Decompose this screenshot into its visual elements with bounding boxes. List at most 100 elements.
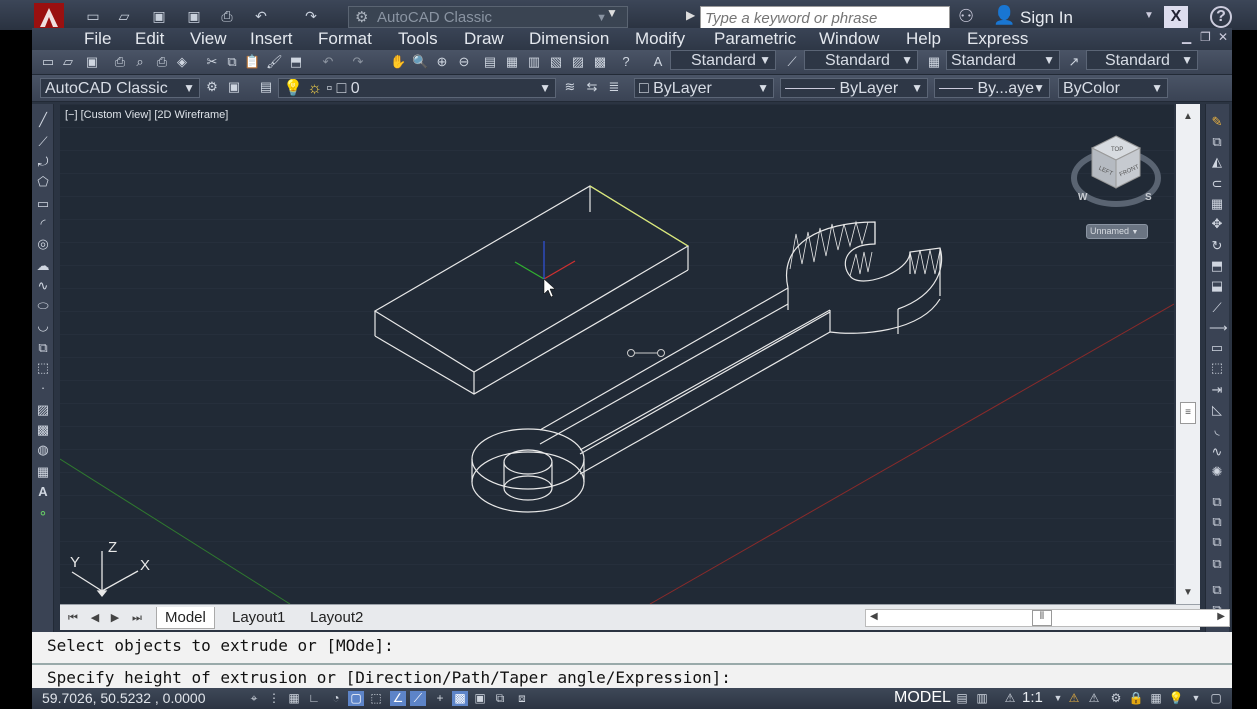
open-icon[interactable]: ▱	[115, 8, 133, 24]
object-snap-icon[interactable]: ▢	[348, 691, 364, 706]
quick-view-layouts-icon[interactable]: ▤	[954, 691, 970, 706]
tab-layout2[interactable]: Layout2	[302, 607, 371, 629]
lock-ui-icon[interactable]: 🔒	[1128, 691, 1144, 706]
menu-view[interactable]: View	[190, 29, 227, 49]
snap-mode-icon[interactable]: ⋮	[266, 691, 282, 706]
ellipse-arc-icon[interactable]: ◡	[35, 318, 51, 334]
vertical-scroll-thumb[interactable]: ≡	[1180, 402, 1196, 424]
menu-window[interactable]: Window	[819, 29, 879, 49]
workspace-selector[interactable]: ⚙ AutoCAD Classic ▼	[348, 6, 628, 28]
tool-palettes-icon[interactable]: ▥	[526, 54, 542, 70]
trim-icon[interactable]: ⟋	[1209, 300, 1225, 316]
draworder-back-icon[interactable]: ⧉	[1209, 514, 1225, 530]
viewport-controls-label[interactable]: [−] [Custom View] [2D Wireframe]	[65, 109, 228, 121]
sign-in-link[interactable]: Sign In	[1020, 8, 1073, 28]
undo-icon[interactable]: ↶	[252, 8, 270, 24]
selection-cycling-icon[interactable]: ⧈	[514, 691, 530, 706]
workspace-switching-icon[interactable]: ⚙	[1108, 691, 1124, 706]
join-icon[interactable]: ⇥	[1209, 382, 1225, 398]
make-block-icon[interactable]: ⬚	[35, 360, 51, 376]
text-front-icon[interactable]: ⧉	[1209, 582, 1225, 598]
workspace-select[interactable]: AutoCAD Classic ▼	[40, 78, 200, 98]
dim-style-icon[interactable]: ⟋	[784, 54, 800, 70]
print-icon[interactable]: ⎙	[218, 8, 236, 24]
text-style-select[interactable]: Standard ▼	[670, 50, 776, 70]
tab-model[interactable]: Model	[156, 607, 215, 629]
status-menu-icon[interactable]: ▼	[1188, 691, 1204, 706]
3d-print-icon[interactable]: ◈	[174, 54, 190, 70]
lineweight-select[interactable]: By...aye ▼	[934, 78, 1050, 98]
chamfer-icon[interactable]: ◺	[1209, 402, 1225, 418]
linetype-select[interactable]: ByLayer ▼	[780, 78, 928, 98]
minimize-icon[interactable]: ▁	[1182, 30, 1191, 44]
zoom-realtime-icon[interactable]: 🔍	[412, 54, 428, 70]
hardware-acceleration-icon[interactable]: ▦	[1148, 691, 1164, 706]
copy-icon[interactable]: ⧉	[224, 54, 240, 70]
quick-view-drawings-icon[interactable]: ▥	[974, 691, 990, 706]
annotation-visibility-icon[interactable]: ⚠	[1066, 691, 1082, 706]
plot-preview-icon[interactable]: ⌕	[132, 54, 148, 70]
lineweight-icon[interactable]: ▩	[452, 691, 468, 706]
polyline-icon[interactable]: ⤾	[35, 154, 51, 170]
menu-file[interactable]: File	[84, 29, 111, 49]
properties-icon[interactable]: ▤	[482, 54, 498, 70]
save-icon[interactable]: ▣	[84, 54, 100, 70]
prev-tab-icon[interactable]: ◀	[86, 609, 104, 627]
layer-states-icon[interactable]: ≣	[606, 79, 622, 95]
line-icon[interactable]: ╱	[35, 112, 51, 128]
grid-display-icon[interactable]: ▦	[286, 691, 302, 706]
scroll-left-icon[interactable]: ◀	[870, 611, 878, 622]
rotate-icon[interactable]: ↻	[1209, 238, 1225, 254]
dim-style-select[interactable]: Standard ▼	[804, 50, 918, 70]
menu-parametric[interactable]: Parametric	[714, 29, 796, 49]
polar-tracking-icon[interactable]: ◔	[328, 691, 344, 706]
new-icon[interactable]: ▭	[84, 8, 102, 24]
spline-icon[interactable]: ∿	[35, 278, 51, 294]
horizontal-scroll-thumb[interactable]: ⦀	[1032, 610, 1052, 626]
scale-icon[interactable]: ⬒	[1209, 258, 1225, 274]
color-select[interactable]: □ ByLayer ▼	[634, 78, 774, 98]
match-properties-icon[interactable]: 🖌	[266, 54, 283, 70]
hatch-icon[interactable]: ▨	[35, 402, 51, 418]
3d-object-snap-icon[interactable]: ⬚	[368, 691, 384, 706]
insert-block-icon[interactable]: ⧉	[35, 340, 51, 356]
publish-icon[interactable]: ⎙	[154, 54, 170, 70]
menu-help[interactable]: Help	[906, 29, 941, 49]
menu-express[interactable]: Express	[967, 29, 1028, 49]
ucs-menu-button[interactable]: Unnamed ▼	[1086, 224, 1148, 239]
scroll-right-icon[interactable]: ▶	[1217, 611, 1225, 622]
first-tab-icon[interactable]: ⏮	[64, 609, 82, 627]
arc-icon[interactable]: ◜	[35, 216, 51, 232]
scroll-down-icon[interactable]: ▼	[1176, 584, 1200, 602]
ellipse-icon[interactable]: ⬭	[35, 298, 51, 314]
redo-icon[interactable]: ↷	[350, 54, 366, 70]
stretch-icon[interactable]: ⬓	[1209, 278, 1225, 294]
gradient-icon[interactable]: ▩	[35, 422, 51, 438]
circle-icon[interactable]: ◎	[35, 236, 51, 252]
tab-layout1[interactable]: Layout1	[224, 607, 293, 629]
pan-icon[interactable]: ✋	[390, 54, 406, 70]
menu-draw[interactable]: Draw	[464, 29, 504, 49]
binoculars-icon[interactable]: ⚇	[958, 6, 974, 27]
markup-icon[interactable]: ▨	[570, 54, 586, 70]
horizontal-scrollbar[interactable]: ◀ ⦀ ▶	[865, 609, 1230, 627]
signin-dropdown-icon[interactable]: ▼	[1144, 10, 1154, 21]
point-icon[interactable]: ·	[35, 380, 51, 396]
construction-line-icon[interactable]: ⟋	[35, 134, 51, 150]
quick-properties-icon[interactable]: ⧉	[492, 691, 508, 706]
workspace-save-icon[interactable]: ▣	[226, 79, 242, 95]
close-icon[interactable]: ✕	[1218, 30, 1228, 44]
save-icon[interactable]: ▣	[150, 8, 168, 24]
offset-icon[interactable]: ⊂	[1209, 176, 1225, 192]
infer-constraints-icon[interactable]: ⌖	[246, 691, 262, 706]
layer-previous-icon[interactable]: ⇆	[584, 79, 600, 95]
block-editor-icon[interactable]: ⬒	[288, 54, 304, 70]
multiline-text-icon[interactable]: A	[35, 484, 51, 500]
qa-customize-icon[interactable]: ▼	[606, 6, 618, 20]
dynamic-input-icon[interactable]: +	[432, 691, 448, 706]
exchange-icon[interactable]: X	[1164, 6, 1188, 28]
fillet-icon[interactable]: ◟	[1209, 422, 1225, 438]
next-tab-icon[interactable]: ▶	[106, 609, 124, 627]
menu-edit[interactable]: Edit	[135, 29, 164, 49]
ortho-mode-icon[interactable]: ∟	[306, 691, 322, 706]
